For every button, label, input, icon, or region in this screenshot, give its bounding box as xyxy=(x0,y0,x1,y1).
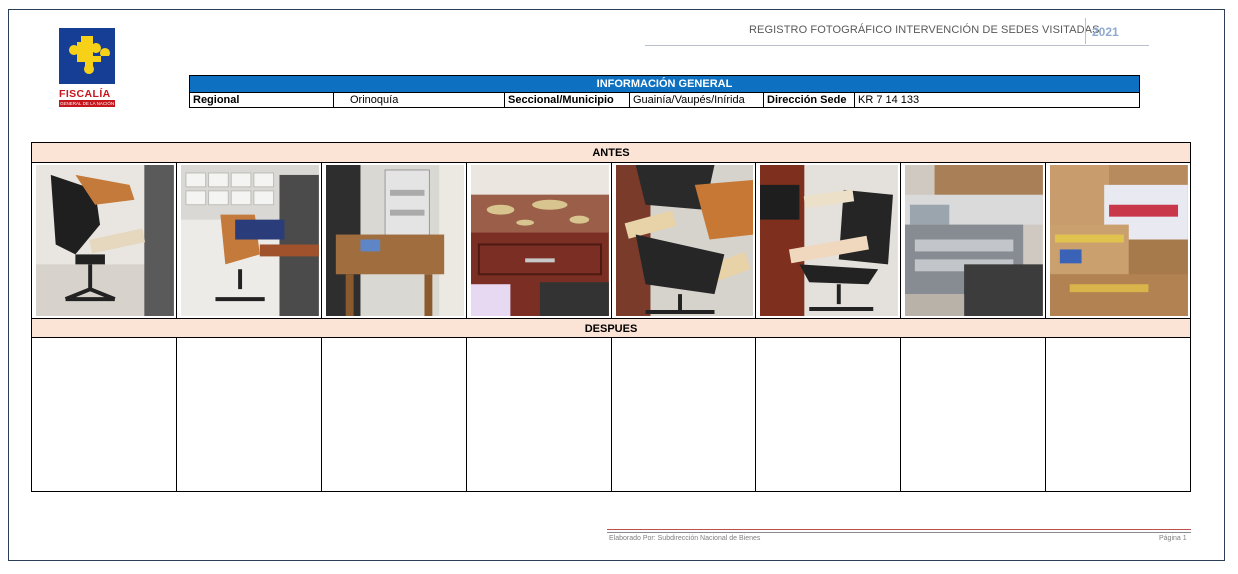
antes-photo-3 xyxy=(322,163,467,318)
despues-cell-8 xyxy=(1046,338,1190,491)
footer-rule-gray xyxy=(607,532,1191,533)
office-chair-photo-icon xyxy=(36,165,174,316)
cardboard-boxes-photo-icon xyxy=(1050,165,1188,316)
antes-band: ANTES xyxy=(32,143,1190,163)
photo-record-grid: ANTES DESPUES xyxy=(31,142,1191,492)
logo-wordmark: FISCALÍA xyxy=(59,88,111,100)
antes-photo-4 xyxy=(467,163,612,318)
despues-cell-4 xyxy=(467,338,612,491)
info-general-table: INFORMACIÓN GENERAL Regional Orinoquía S… xyxy=(189,75,1140,108)
antes-photo-6 xyxy=(756,163,902,318)
regional-value: Orinoquía xyxy=(334,93,505,107)
document-title: REGISTRO FOTOGRÁFICO INTERVENCIÓN DE SED… xyxy=(749,24,1100,36)
despues-cell-5 xyxy=(612,338,757,491)
document-page: FISCALÍA GENERAL DE LA NACIÓN REGISTRO F… xyxy=(8,9,1225,561)
direccion-label: Dirección Sede xyxy=(764,93,855,107)
footer-prepared-by: Elaborado Por: Subdirección Nacional de … xyxy=(609,535,761,542)
header-rule xyxy=(645,45,1149,46)
despues-cell-3 xyxy=(322,338,467,491)
antes-photo-8 xyxy=(1046,163,1190,318)
antes-photos-row xyxy=(32,163,1190,318)
fiscalia-logo: FISCALÍA GENERAL DE LA NACIÓN xyxy=(59,28,117,107)
damaged-cabinet-photo-icon xyxy=(470,165,609,316)
seccional-label: Seccional/Municipio xyxy=(505,93,630,107)
document-year: 2021 xyxy=(1092,25,1119,39)
worn-chair-photo-icon xyxy=(615,165,754,316)
printer-on-table-photo-icon xyxy=(325,165,464,316)
antes-photo-7 xyxy=(901,163,1047,318)
footer-rule-red xyxy=(607,529,1191,530)
despues-cell-2 xyxy=(177,338,322,491)
antes-photo-5 xyxy=(612,163,757,318)
photocopier-photo-icon xyxy=(905,165,1044,316)
footer-page-number: Página 1 xyxy=(1159,535,1187,542)
info-general-heading: INFORMACIÓN GENERAL xyxy=(190,76,1139,93)
logo-subtitle: GENERAL DE LA NACIÓN xyxy=(59,100,115,107)
office-chair-desk-photo-icon xyxy=(180,165,319,316)
despues-band: DESPUES xyxy=(32,318,1190,338)
header-separator xyxy=(1085,18,1086,44)
despues-cell-6 xyxy=(756,338,902,491)
despues-cell-7 xyxy=(901,338,1047,491)
info-general-row: Regional Orinoquía Seccional/Municipio G… xyxy=(190,93,1139,107)
antes-photo-1 xyxy=(32,163,177,318)
despues-photos-row xyxy=(32,338,1190,491)
chair-keyboard-photo-icon xyxy=(760,165,899,316)
regional-label: Regional xyxy=(190,93,334,107)
despues-cell-1 xyxy=(32,338,177,491)
puzzle-logo-icon xyxy=(59,28,115,84)
direccion-value: KR 7 14 133 xyxy=(858,94,920,106)
seccional-value: Guainía/Vaupés/Inírida xyxy=(630,93,764,107)
antes-photo-2 xyxy=(177,163,322,318)
